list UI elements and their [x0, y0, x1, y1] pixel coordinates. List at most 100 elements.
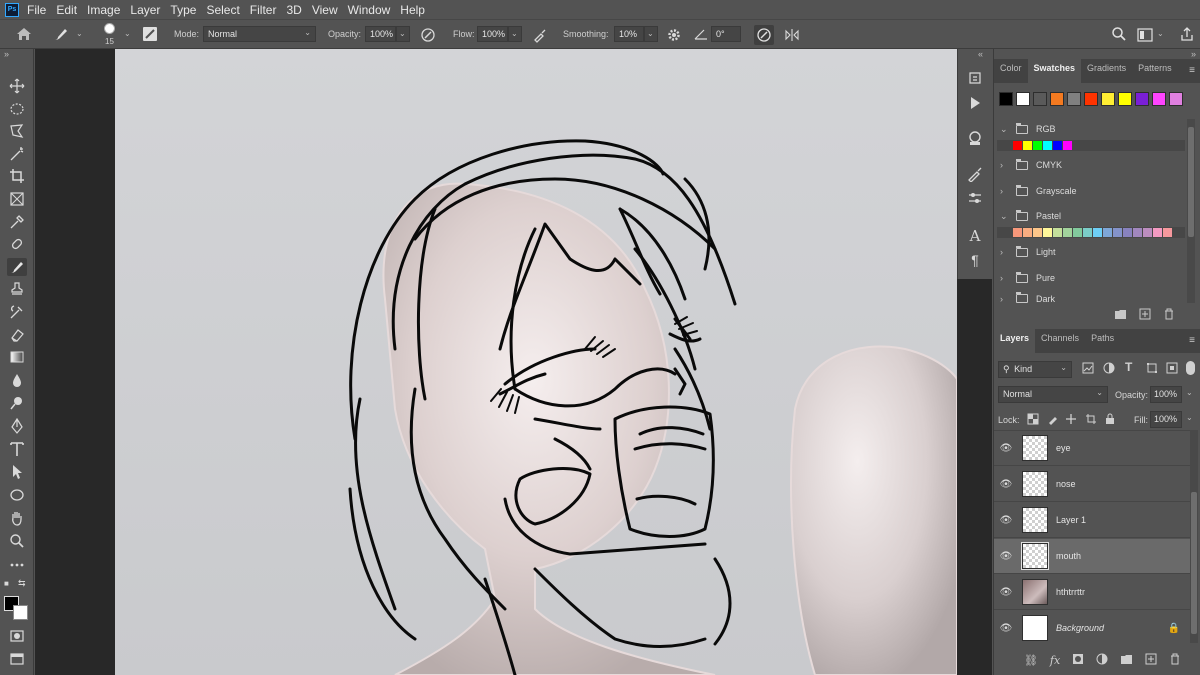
color-swatch[interactable] — [1083, 228, 1092, 237]
menu-file[interactable]: File — [27, 3, 46, 17]
color-swatch[interactable] — [1093, 228, 1102, 237]
layers-scrollbar[interactable] — [1190, 430, 1198, 643]
libraries-icon[interactable] — [966, 129, 984, 147]
airbrush-icon[interactable] — [532, 27, 548, 46]
color-swatch[interactable] — [1152, 92, 1166, 106]
marquee-tool-icon[interactable] — [7, 100, 27, 118]
magic-wand-tool-icon[interactable] — [7, 145, 27, 163]
fill-input[interactable]: 100% — [1150, 411, 1182, 428]
color-swatch[interactable] — [1063, 141, 1072, 150]
zoom-tool-icon[interactable] — [7, 532, 27, 550]
filter-pixel-icon[interactable] — [1082, 362, 1094, 377]
swap-colors-icon[interactable]: ⇆ — [18, 578, 26, 589]
brush-settings-icon[interactable] — [966, 165, 984, 183]
gear-icon[interactable] — [666, 27, 682, 46]
color-swatch[interactable] — [1084, 92, 1098, 106]
frame-tool-icon[interactable] — [7, 190, 27, 208]
scrollbar-thumb[interactable] — [1188, 127, 1194, 237]
brush-size-dot-icon[interactable] — [104, 23, 115, 34]
trash-icon[interactable] — [1169, 653, 1181, 668]
visibility-eye-icon[interactable]: 👁 — [994, 623, 1018, 634]
pen-tool-icon[interactable] — [7, 417, 27, 435]
angle-input[interactable]: 0° — [711, 26, 741, 42]
play-icon[interactable] — [966, 94, 984, 112]
hand-tool-icon[interactable] — [7, 509, 27, 527]
background-color-swatch[interactable] — [13, 605, 28, 620]
lock-artboard-icon[interactable] — [1085, 413, 1097, 428]
color-swatch[interactable] — [1143, 228, 1152, 237]
path-selection-tool-icon[interactable] — [7, 463, 27, 481]
tab-channels[interactable]: Channels — [1035, 329, 1085, 353]
more-tools-icon[interactable] — [7, 556, 27, 574]
collapse-icon[interactable]: » — [1191, 49, 1196, 59]
layer-row-background[interactable]: 👁 Background 🔒 — [994, 611, 1190, 643]
swatch-group-cmyk[interactable]: › CMYK — [1000, 154, 1190, 176]
menu-image[interactable]: Image — [87, 3, 120, 17]
mode-dropdown[interactable]: Normal ⌄ — [203, 26, 316, 42]
color-swatch[interactable] — [1013, 141, 1022, 150]
trash-icon[interactable] — [1163, 308, 1175, 323]
color-swatch[interactable] — [1016, 92, 1030, 106]
visibility-eye-icon[interactable]: 👁 — [994, 443, 1018, 454]
menu-layer[interactable]: Layer — [130, 3, 160, 17]
lock-all-icon[interactable] — [1104, 413, 1116, 428]
collapse-icon[interactable]: « — [978, 49, 983, 59]
color-swatch[interactable] — [1067, 92, 1081, 106]
color-swatch[interactable] — [1153, 228, 1162, 237]
pressure-opacity-icon[interactable] — [420, 27, 436, 46]
color-swatch[interactable] — [1013, 228, 1022, 237]
chevron-down-icon[interactable]: ⌄ — [1157, 29, 1164, 38]
swatch-group-light[interactable]: › Light — [1000, 241, 1190, 263]
clone-stamp-tool-icon[interactable] — [7, 280, 27, 298]
visibility-eye-icon[interactable]: 👁 — [994, 551, 1018, 562]
swatches-scrollbar[interactable] — [1187, 119, 1195, 303]
mask-icon[interactable] — [1072, 653, 1084, 668]
paragraph-icon[interactable]: ¶ — [966, 251, 984, 269]
lock-position-icon[interactable] — [1065, 413, 1077, 428]
color-swatch[interactable] — [1123, 228, 1132, 237]
lock-pixels-icon[interactable] — [1047, 413, 1059, 428]
character-icon[interactable]: A — [966, 227, 984, 245]
panel-menu-icon[interactable]: ≡ — [1189, 335, 1195, 346]
layer-filter-dropdown[interactable]: ⚲ Kind ⌄ — [998, 361, 1072, 378]
collapse-icon[interactable]: » — [4, 49, 9, 59]
eraser-tool-icon[interactable] — [7, 326, 27, 344]
color-swatch[interactable] — [1135, 92, 1149, 106]
link-icon[interactable]: ⛓ — [1024, 654, 1038, 667]
swatch-group-pure[interactable]: › Pure — [1000, 267, 1190, 289]
screen-mode-icon[interactable] — [7, 650, 27, 668]
menu-edit[interactable]: Edit — [56, 3, 77, 17]
document-canvas[interactable] — [115, 49, 957, 675]
brush-tool-icon[interactable] — [7, 258, 27, 276]
color-swatch[interactable] — [1103, 228, 1112, 237]
blend-mode-dropdown[interactable]: Normal ⌄ — [998, 386, 1108, 403]
visibility-eye-icon[interactable]: 👁 — [994, 515, 1018, 526]
default-colors-icon[interactable]: ■ — [4, 579, 9, 588]
menu-3d[interactable]: 3D — [286, 3, 301, 17]
color-swatch[interactable] — [1033, 141, 1042, 150]
panel-menu-icon[interactable]: ≡ — [1189, 65, 1195, 76]
chevron-down-icon[interactable]: ⌄ — [124, 29, 131, 38]
opacity-dropdown[interactable]: ⌄ — [396, 26, 410, 42]
chevron-down-icon[interactable]: ⌄ — [1186, 388, 1193, 397]
fx-icon[interactable]: fx — [1050, 654, 1060, 667]
swatch-group-dark[interactable]: › Dark — [1000, 290, 1190, 306]
color-swatch[interactable] — [1169, 92, 1183, 106]
crop-tool-icon[interactable] — [7, 167, 27, 185]
scrollbar-thumb[interactable] — [1191, 492, 1197, 634]
healing-brush-tool-icon[interactable] — [7, 235, 27, 253]
filter-type-icon[interactable]: T — [1125, 360, 1132, 374]
color-swatch[interactable] — [1073, 228, 1082, 237]
visibility-eye-icon[interactable]: 👁 — [994, 479, 1018, 490]
color-swatch[interactable] — [1043, 228, 1052, 237]
brush-preset-icon[interactable] — [52, 26, 72, 45]
quick-mask-icon[interactable] — [7, 627, 27, 645]
menu-select[interactable]: Select — [206, 3, 239, 17]
new-group-icon[interactable] — [1114, 308, 1127, 323]
share-icon[interactable] — [1179, 26, 1195, 45]
new-group-icon[interactable] — [1120, 653, 1133, 668]
color-swatch[interactable] — [1053, 141, 1062, 150]
chevron-down-icon[interactable]: ⌄ — [76, 29, 83, 38]
symmetry-icon[interactable] — [784, 27, 800, 46]
home-icon[interactable] — [15, 26, 33, 45]
